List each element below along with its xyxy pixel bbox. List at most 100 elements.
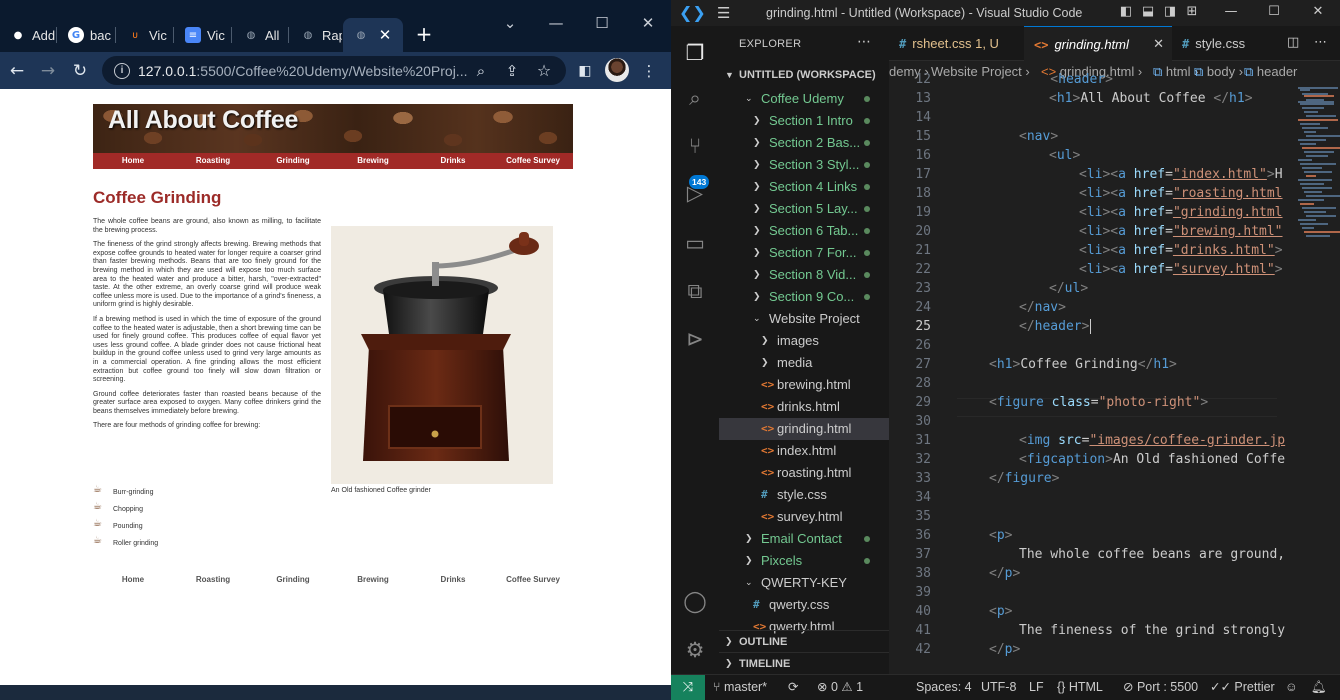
tree-item[interactable]: ⌄ Coffee Udemy bbox=[719, 88, 889, 110]
browser-menu-icon[interactable]: ⋮ bbox=[638, 60, 660, 82]
accounts-icon[interactable]: ◯ bbox=[681, 587, 709, 615]
tree-item[interactable]: ❯ Section 4 Links bbox=[719, 176, 889, 198]
prettier-status[interactable]: ✓✓ Prettier bbox=[1210, 675, 1275, 700]
new-tab-button[interactable]: + bbox=[413, 23, 435, 45]
tree-item[interactable]: # qwerty.css bbox=[719, 594, 889, 616]
toggle-sidebar-icon[interactable]: ◧ bbox=[1118, 4, 1134, 20]
share-icon[interactable]: ⇪ bbox=[501, 60, 523, 82]
browser-tab[interactable]: ᴜ Vic bbox=[117, 18, 174, 52]
language-status[interactable]: {} HTML bbox=[1057, 675, 1103, 700]
footer-link-roasting[interactable]: Roasting bbox=[173, 572, 253, 588]
run-debug-icon[interactable]: ▷ bbox=[681, 179, 709, 207]
browser-tab[interactable]: ● Add bbox=[0, 18, 57, 52]
browser-tab[interactable]: ◍ Rap bbox=[290, 18, 342, 52]
nav-link-roasting[interactable]: Roasting bbox=[173, 153, 253, 169]
breadcrumb-item[interactable]: ⧉ header bbox=[1244, 61, 1297, 83]
explorer-icon[interactable]: ❐ bbox=[681, 39, 709, 67]
editor-tab[interactable]: # style.css bbox=[1172, 26, 1277, 61]
footer-link-home[interactable]: Home bbox=[93, 572, 173, 588]
search-icon[interactable]: ⌕ bbox=[681, 84, 709, 112]
browser-tab[interactable]: ◍ bbox=[343, 18, 403, 52]
address-bar[interactable]: i 127.0.0.1:5500/Coffee%20Udemy/Website%… bbox=[102, 56, 566, 85]
tree-item[interactable]: <> drinks.html bbox=[719, 396, 889, 418]
tab-search-icon[interactable]: ⌄ bbox=[497, 10, 523, 36]
browser-tab[interactable]: ≡ Vic bbox=[175, 18, 232, 52]
editor-tab[interactable]: # rsheet.css 1, U bbox=[889, 26, 1023, 61]
tree-item[interactable]: ❯ Section 1 Intro bbox=[719, 110, 889, 132]
customize-layout-icon[interactable]: ⊞ bbox=[1184, 4, 1200, 20]
explorer-more-icon[interactable]: ⋯ bbox=[857, 34, 871, 50]
close-window-button[interactable]: ✕ bbox=[635, 10, 661, 36]
menu-icon[interactable]: ☰ bbox=[717, 4, 730, 22]
nav-link-brewing[interactable]: Brewing bbox=[333, 153, 413, 169]
terminal-icon[interactable]: ⊳ bbox=[681, 325, 709, 353]
minimize-button[interactable]: — bbox=[1223, 4, 1239, 20]
split-editor-icon[interactable]: ◫ bbox=[1287, 35, 1299, 50]
browser-tab[interactable]: Gbac bbox=[58, 18, 116, 52]
tree-item[interactable]: ❯ Section 7 For... bbox=[719, 242, 889, 264]
tree-item[interactable]: ❯ media bbox=[719, 352, 889, 374]
problems-status[interactable]: ⊗ 0 ⚠ 1 bbox=[817, 675, 863, 700]
tree-item[interactable]: ❯ Section 2 Bas... bbox=[719, 132, 889, 154]
tree-item[interactable]: ❯ images bbox=[719, 330, 889, 352]
toggle-panel-icon[interactable]: ⬓ bbox=[1140, 4, 1156, 20]
live-server-port[interactable]: ⊘ Port : 5500 bbox=[1123, 675, 1198, 700]
breadcrumb-item[interactable]: Website Project › bbox=[931, 61, 1030, 83]
editor-tab[interactable]: <> grinding.html ✕ bbox=[1024, 26, 1172, 61]
feedback-icon[interactable]: ☺ bbox=[1285, 675, 1298, 700]
breadcrumb-item[interactable]: ⧉ html › bbox=[1153, 61, 1198, 83]
close-tab-icon[interactable]: ✕ bbox=[376, 26, 394, 44]
minimize-button[interactable]: — bbox=[543, 10, 569, 36]
side-panel-icon[interactable]: ◧ bbox=[574, 60, 596, 82]
settings-gear-icon[interactable]: ⚙ bbox=[681, 636, 709, 664]
code-editor[interactable]: 12 <header> 13 <h1>All About Coffee </h1> 1… bbox=[889, 72, 1340, 674]
indentation-status[interactable]: Spaces: 4 bbox=[916, 675, 972, 700]
close-tab-icon[interactable]: ✕ bbox=[1153, 27, 1164, 62]
browser-tab[interactable]: ◍ All bbox=[233, 18, 289, 52]
source-control-icon[interactable]: ⑂ bbox=[681, 132, 709, 160]
footer-link-drinks[interactable]: Drinks bbox=[413, 572, 493, 588]
breadcrumb-item[interactable]: ⧉ body › bbox=[1194, 61, 1243, 83]
remote-indicator-icon[interactable]: ⤨ bbox=[671, 675, 705, 700]
footer-link-coffee-survey[interactable]: Coffee Survey bbox=[493, 572, 573, 588]
footer-link-brewing[interactable]: Brewing bbox=[333, 572, 413, 588]
tree-item[interactable]: ⌄ QWERTY-KEY bbox=[719, 572, 889, 594]
workspace-header[interactable]: ▼ UNTITLED (WORKSPACE) bbox=[719, 64, 889, 86]
forward-icon[interactable]: → bbox=[37, 60, 59, 82]
eol-status[interactable]: LF bbox=[1029, 675, 1044, 700]
reload-icon[interactable]: ↻ bbox=[69, 60, 91, 82]
minimap[interactable] bbox=[1278, 83, 1340, 283]
tree-item[interactable]: ❯ Section 8 Vid... bbox=[719, 264, 889, 286]
tree-item[interactable]: ⌄ Website Project bbox=[719, 308, 889, 330]
tree-item[interactable]: ❯ Section 5 Lay... bbox=[719, 198, 889, 220]
bookmark-star-icon[interactable]: ☆ bbox=[533, 60, 555, 82]
tree-item[interactable]: ❯ Pixcels bbox=[719, 550, 889, 572]
footer-link-grinding[interactable]: Grinding bbox=[253, 572, 333, 588]
nav-link-home[interactable]: Home bbox=[93, 153, 173, 169]
tree-item[interactable]: <> index.html bbox=[719, 440, 889, 462]
back-icon[interactable]: ← bbox=[6, 60, 28, 82]
branch-status[interactable]: ⑂ master* bbox=[713, 675, 767, 700]
encoding-status[interactable]: UTF-8 bbox=[981, 675, 1016, 700]
maximize-button[interactable]: ☐ bbox=[1266, 4, 1282, 20]
tree-item[interactable]: <> roasting.html bbox=[719, 462, 889, 484]
tree-item[interactable]: <> grinding.html bbox=[719, 418, 889, 440]
outline-section[interactable]: ❯ OUTLINE bbox=[719, 630, 889, 652]
tree-item[interactable]: ❯ Section 9 Co... bbox=[719, 286, 889, 308]
nav-link-drinks[interactable]: Drinks bbox=[413, 153, 493, 169]
tree-item[interactable]: ❯ Section 6 Tab... bbox=[719, 220, 889, 242]
maximize-button[interactable]: ☐ bbox=[589, 10, 615, 36]
profile-avatar[interactable] bbox=[605, 58, 629, 82]
tree-item[interactable]: # style.css bbox=[719, 484, 889, 506]
extensions-icon[interactable]: ⧉ bbox=[681, 277, 709, 305]
remote-explorer-icon[interactable]: ▭ bbox=[681, 229, 709, 257]
notifications-bell-icon[interactable]: 🔔︎ bbox=[1311, 675, 1327, 700]
zoom-icon[interactable]: ⌕ bbox=[470, 60, 492, 82]
timeline-section[interactable]: ❯ TIMELINE bbox=[719, 652, 889, 674]
nav-link-coffee-survey[interactable]: Coffee Survey bbox=[493, 153, 573, 169]
site-info-icon[interactable]: i bbox=[114, 62, 130, 79]
tree-item[interactable]: ❯ Section 3 Styl... bbox=[719, 154, 889, 176]
tree-item[interactable]: ❯ Email Contact bbox=[719, 528, 889, 550]
sync-icon[interactable]: ⟳ bbox=[788, 675, 798, 700]
tree-item[interactable]: <> brewing.html bbox=[719, 374, 889, 396]
